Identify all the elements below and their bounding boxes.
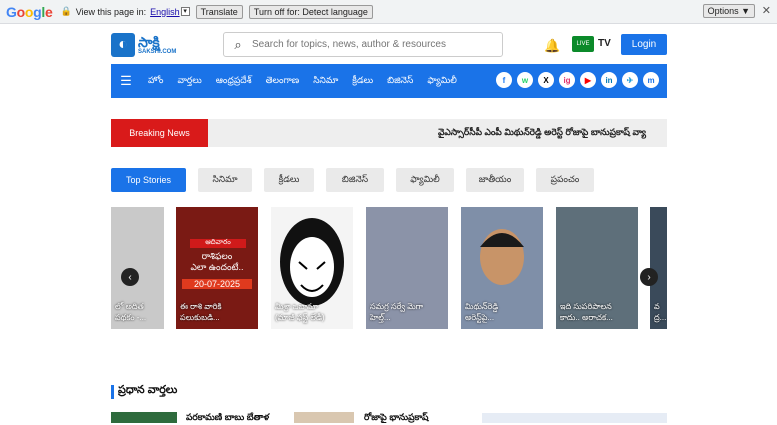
options-button[interactable]: Options ▼ (702, 4, 755, 18)
login-button[interactable]: Login (621, 34, 667, 55)
language-link[interactable]: English (150, 7, 180, 17)
logo-subtext: SAKSHI.COM (138, 49, 177, 55)
story-card[interactable]: మిథున్‌రెడ్డి అరెస్ట్‌పై... (461, 207, 543, 329)
instagram-icon[interactable]: ig (559, 72, 575, 88)
nav-item-business[interactable]: బిజినెస్ (387, 75, 413, 88)
tab-cinema[interactable]: సినిమా (198, 168, 252, 192)
breaking-news-bar: Breaking News వైఎస్సార్‌సీపీ ఎంపీ మిథున్… (111, 119, 667, 147)
breaking-news-label: Breaking News (111, 119, 208, 147)
tab-sports[interactable]: క్రీడలు (264, 168, 314, 192)
hamburger-menu-icon[interactable]: ☰ (111, 73, 141, 89)
news-card-placeholder (482, 413, 667, 423)
translate-prefix: View this page in: (75, 6, 147, 17)
news-thumbnail[interactable] (111, 412, 177, 423)
live-tv-icon[interactable]: LIVE (572, 36, 594, 52)
bell-icon[interactable]: 🔔 (544, 38, 560, 54)
main-nav: ☰ హోం వార్తలు ఆంధ్రప్రదేశ్ తెలంగాణ సినిమ… (111, 64, 667, 98)
logo-mark-icon: ◐ (111, 33, 135, 57)
story-caption: ఈ రాశి వారికి పలుకుబడి... (180, 302, 222, 322)
story-card[interactable]: మిశ్రా ఒబామా (మాజీ ఫస్ట్ లేడీ) (271, 207, 353, 329)
search-input[interactable] (252, 39, 492, 50)
tab-national[interactable]: జాతీయం (466, 168, 524, 192)
social-links: f w X ig ▶ in ✈ m (496, 72, 659, 88)
nav-item-andhra[interactable]: ఆంధ్రప్రదేశ్ (216, 75, 252, 88)
x-twitter-icon[interactable]: X (538, 72, 554, 88)
carousel-next-icon[interactable]: › (640, 268, 658, 286)
nav-item-sports[interactable]: క్రీడలు (352, 75, 373, 88)
search-box[interactable]: ⌕ (223, 32, 503, 57)
horoscope-badge-top: ఆదివారం (190, 239, 246, 248)
translate-button[interactable]: Translate (195, 4, 243, 19)
nav-item-family[interactable]: ఫ్యామిలీ (427, 75, 457, 88)
news-headline[interactable]: పరకామణి బాబు బేతాళ (186, 412, 269, 425)
tab-world[interactable]: ప్రపంచం (536, 168, 594, 192)
nav-item-cinema[interactable]: సినిమా (313, 75, 338, 88)
story-caption: సమగ్ర సర్వే మెగా హెల్త్... (370, 302, 424, 322)
tv-label[interactable]: TV (598, 38, 611, 49)
youtube-icon[interactable]: ▶ (580, 72, 596, 88)
site-header: ◐ సాక్షి SAKSHI.COM ⌕ 🔔 LIVE TV Login (0, 24, 777, 64)
logo-text: సాక్షి (138, 34, 160, 50)
news-headline[interactable]: రోజాపై భానుప్రకాష్ (364, 412, 428, 425)
whatsapp-icon[interactable]: w (517, 72, 533, 88)
chevron-down-icon[interactable]: ▾ (180, 7, 190, 16)
tab-top-stories[interactable]: Top Stories (111, 168, 186, 192)
section-accent (111, 384, 114, 399)
horoscope-date: 20-07-2025 (182, 279, 252, 289)
story-caption: మిశ్రా ఒబామా (మాజీ ఫస్ట్ లేడీ) (275, 302, 325, 322)
story-card[interactable]: ఆదివారం రాశిఫలం ఎలా ఉందంటే.. 20-07-2025 … (176, 207, 258, 329)
story-caption: లో అదిత పథకం -... (115, 302, 147, 322)
telegram-icon[interactable]: ✈ (622, 72, 638, 88)
close-icon[interactable]: ✕ (762, 4, 771, 17)
linkedin-icon[interactable]: in (601, 72, 617, 88)
tab-business[interactable]: బిజినెస్ (326, 168, 384, 192)
sakshi-logo[interactable]: ◐ సాక్షి SAKSHI.COM (111, 30, 197, 60)
carousel-prev-icon[interactable]: ‹ (121, 268, 139, 286)
horoscope-badge-text: రాశిఫలం ఎలా ఉందంటే.. (190, 251, 244, 272)
story-caption: మిథున్‌రెడ్డి అరెస్ట్‌పై... (465, 302, 499, 322)
story-card[interactable]: లో అదిత పథకం -... (111, 207, 164, 329)
app-icon[interactable]: m (643, 72, 659, 88)
search-icon: ⌕ (234, 36, 242, 52)
translate-bar: Google 🔒 View this page in: English ▾ Tr… (0, 0, 777, 24)
top-stories-carousel: లో అదిత పథకం -... ఆదివారం రాశిఫలం ఎలా ఉం… (111, 207, 667, 329)
turn-off-button[interactable]: Turn off for: Detect language (248, 4, 373, 19)
facebook-icon[interactable]: f (496, 72, 512, 88)
news-thumbnail[interactable] (294, 412, 354, 423)
tab-family[interactable]: ఫ్యామిలీ (396, 168, 454, 192)
section-header: ప్రధాన వార్తలు (111, 384, 177, 399)
story-caption: ఇది సుపరిపాలన కాదు.. అరాచక... (560, 302, 613, 322)
breaking-news-ticker[interactable]: వైఎస్సార్‌సీపీ ఎంపీ మిథున్‌రెడ్డి అరెస్ట… (438, 127, 646, 140)
story-caption: వ ద్ర... (654, 302, 667, 322)
nav-item-home[interactable]: హోం (148, 75, 163, 88)
category-tabs: Top Stories సినిమా క్రీడలు బిజినెస్ ఫ్యా… (111, 168, 594, 192)
nav-item-news[interactable]: వార్తలు (177, 75, 201, 88)
nav-item-telangana[interactable]: తెలంగాణ (266, 75, 300, 88)
main-news-row: పరకామణి బాబు బేతాళ రోజాపై భానుప్రకాష్ (111, 410, 667, 423)
google-logo: Google (6, 3, 53, 20)
story-card[interactable]: ఇది సుపరిపాలన కాదు.. అరాచక... (556, 207, 638, 329)
lock-icon: 🔒 (60, 6, 72, 16)
section-title: ప్రధాన వార్తలు (118, 384, 178, 396)
story-card[interactable]: సమగ్ర సర్వే మెగా హెల్త్... (366, 207, 448, 329)
